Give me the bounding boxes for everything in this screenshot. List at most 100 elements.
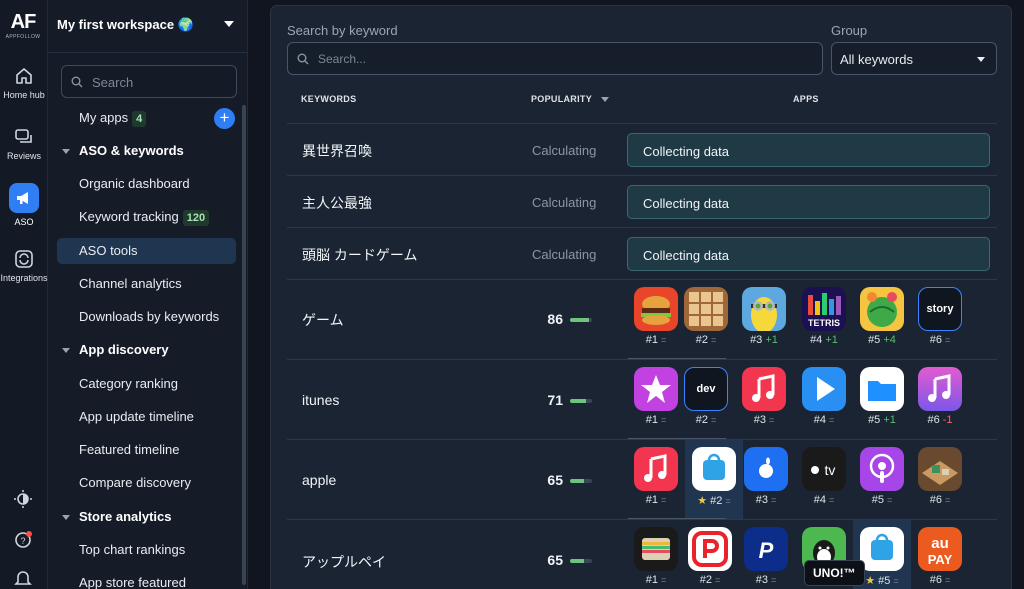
sidebar-item-compare-discovery[interactable]: Compare discovery xyxy=(79,470,191,496)
watermelon-icon xyxy=(860,287,904,331)
rank-number: #4 xyxy=(813,414,826,426)
app-tile[interactable]: #1 = xyxy=(631,287,681,360)
keyword-cell: ゲーム xyxy=(302,312,344,328)
section-aso-keywords[interactable]: ASO & keywords xyxy=(62,138,184,164)
rank-change: +1 xyxy=(883,414,896,426)
column-header-popularity[interactable]: POPULARITY xyxy=(531,94,610,104)
app-tile[interactable]: #5 +4 xyxy=(857,287,907,360)
app-tile[interactable]: dev #2 = xyxy=(681,367,731,440)
rank-number: #2 xyxy=(710,495,723,507)
rail-reviews[interactable]: Reviews xyxy=(0,127,48,161)
app-tile[interactable]: tv #4 = xyxy=(799,447,849,520)
sidebar-item-my-apps[interactable]: My apps 4 xyxy=(79,105,147,131)
app-tile[interactable]: #1 = xyxy=(631,527,681,589)
rank-number: #1 xyxy=(645,574,658,586)
table-row[interactable]: 異世界召喚 Calculating Collecting data xyxy=(287,123,997,175)
theme-icon[interactable] xyxy=(12,488,34,510)
keyword-search-input[interactable]: Search... xyxy=(287,42,823,75)
sidebar-scrollbar[interactable] xyxy=(242,105,246,585)
sidebar-item-aso-tools[interactable]: ASO tools xyxy=(57,238,236,264)
rank-label: #4 = xyxy=(799,494,849,506)
sidebar-item-featured-timeline[interactable]: Featured timeline xyxy=(79,437,179,463)
rank-label: #6 -1 xyxy=(915,414,965,426)
sidebar-item-category-ranking[interactable]: Category ranking xyxy=(79,371,178,397)
app-tile-highlighted[interactable]: ★ #2 = xyxy=(685,440,743,520)
sidebar-item-top-chart-rankings[interactable]: Top chart rankings xyxy=(79,537,185,563)
section-store-analytics[interactable]: Store analytics xyxy=(62,504,172,530)
table-row[interactable]: itunes 71 #1 = dev #2 = #3 = #4 = #5 +1 xyxy=(287,359,997,440)
table-row[interactable]: アップルペイ 65 #1 = #2 = P #3 = #4 ★ #5 = xyxy=(287,519,997,589)
sidebar-search-input[interactable]: Search xyxy=(61,65,237,98)
app-tile[interactable]: #2 = xyxy=(681,287,731,360)
rank-change: = xyxy=(661,495,667,505)
keyword-search-label: Search by keyword xyxy=(287,23,398,38)
star-icon: ★ xyxy=(697,495,708,507)
app-tile[interactable]: #3 +1 xyxy=(739,287,789,360)
app-tile[interactable]: #3 = xyxy=(739,367,789,440)
keyword-cell: 異世界召喚 xyxy=(302,143,372,159)
table-row[interactable]: apple 65 #1 = ★ #2 = #3 = tv #4 = #5 = #… xyxy=(287,439,997,520)
table-row[interactable]: 頭脳 カードゲーム Calculating Collecting data xyxy=(287,227,997,279)
app-tile[interactable]: #4 = xyxy=(799,367,849,440)
app-tile[interactable]: #3 = xyxy=(741,447,791,520)
tetris-icon: TETRIS xyxy=(802,287,846,331)
app-tile[interactable]: #2 = xyxy=(685,527,735,589)
au-pay-icon: au PAY xyxy=(918,527,962,571)
aso-tools-panel: Search by keyword Search... Group All ke… xyxy=(270,5,1012,589)
app-tile[interactable]: #1 = xyxy=(631,367,681,440)
app-tile[interactable]: au PAY #6 = xyxy=(915,527,965,589)
table-row[interactable]: 主人公最強 Calculating Collecting data xyxy=(287,175,997,227)
tile-text: story xyxy=(926,303,954,315)
app-tile[interactable]: #6 = xyxy=(915,447,965,520)
apps-status-box: Collecting data xyxy=(627,185,990,219)
popularity-bar-fill xyxy=(570,318,589,322)
section-title: Store analytics xyxy=(79,509,172,524)
count-badge: 4 xyxy=(132,111,147,127)
sidebar-item-organic-dashboard[interactable]: Organic dashboard xyxy=(79,171,190,197)
appfollow-logo[interactable]: AF APPFOLLOW xyxy=(0,11,46,40)
table-row[interactable]: ゲーム 86 #1 = #2 = #3 +1 TETRIS #4 +1 #5 +… xyxy=(287,279,997,360)
rank-number: #5 xyxy=(871,494,884,506)
workspace-name[interactable]: My first workspace 🌍 xyxy=(57,17,194,33)
rank-label: #6 = xyxy=(915,574,965,586)
play-icon xyxy=(802,367,846,411)
app-tile[interactable]: TETRIS #4 +1 xyxy=(799,287,849,360)
sidebar-item-downloads-by-keywords[interactable]: Downloads by keywords xyxy=(79,304,219,330)
rail-home-hub[interactable]: Home hub xyxy=(0,66,48,100)
rank-label: #6 = xyxy=(915,494,965,506)
search-icon xyxy=(71,76,83,88)
add-app-button[interactable]: + xyxy=(214,108,235,129)
app-tile[interactable]: #5 +1 xyxy=(857,367,907,440)
rail-integrations[interactable]: Integrations xyxy=(0,249,48,283)
sidebar-item-keyword-tracking[interactable]: Keyword tracking 120 xyxy=(79,204,210,230)
app-tile[interactable]: P #3 = xyxy=(741,527,791,589)
help-icon[interactable]: ? xyxy=(12,529,34,551)
au-wordmark: au xyxy=(931,535,949,552)
sidebar-item-app-store-featured[interactable]: App store featured xyxy=(79,570,186,589)
sidebar-item-channel-analytics[interactable]: Channel analytics xyxy=(79,271,182,297)
apple-tv-icon: tv xyxy=(802,447,846,491)
app-tile[interactable]: #6 -1 xyxy=(915,367,965,440)
rail-aso[interactable]: ASO xyxy=(0,183,48,227)
column-header-keywords: KEYWORDS xyxy=(301,94,357,104)
star-icon: ★ xyxy=(865,575,876,587)
bell-icon[interactable] xyxy=(12,567,34,589)
group-select[interactable]: All keywords xyxy=(831,42,997,75)
app-tile[interactable]: story #6 = xyxy=(915,287,965,360)
tv-wordmark: tv xyxy=(825,462,836,478)
section-app-discovery[interactable]: App discovery xyxy=(62,337,169,363)
sidebar-item-label: ASO tools xyxy=(79,243,138,258)
rank-change: = xyxy=(945,495,951,505)
logo-text: AF xyxy=(10,11,37,33)
app-tile[interactable]: #5 = xyxy=(857,447,907,520)
sidebar-item-label: My apps xyxy=(79,110,129,125)
rank-change: = xyxy=(661,335,667,345)
rank-label: #2 = xyxy=(685,574,735,586)
sidebar-item-app-update-timeline[interactable]: App update timeline xyxy=(79,404,194,430)
number-puzzle-icon xyxy=(684,287,728,331)
sidebar-item-label: Keyword tracking xyxy=(79,209,179,224)
apps-strip: #1 = ★ #2 = #3 = tv #4 = #5 = #6 = xyxy=(627,440,997,520)
chevron-down-icon[interactable] xyxy=(224,21,234,27)
app-tile[interactable]: #1 = xyxy=(631,447,681,520)
search-placeholder: Search... xyxy=(318,52,367,66)
